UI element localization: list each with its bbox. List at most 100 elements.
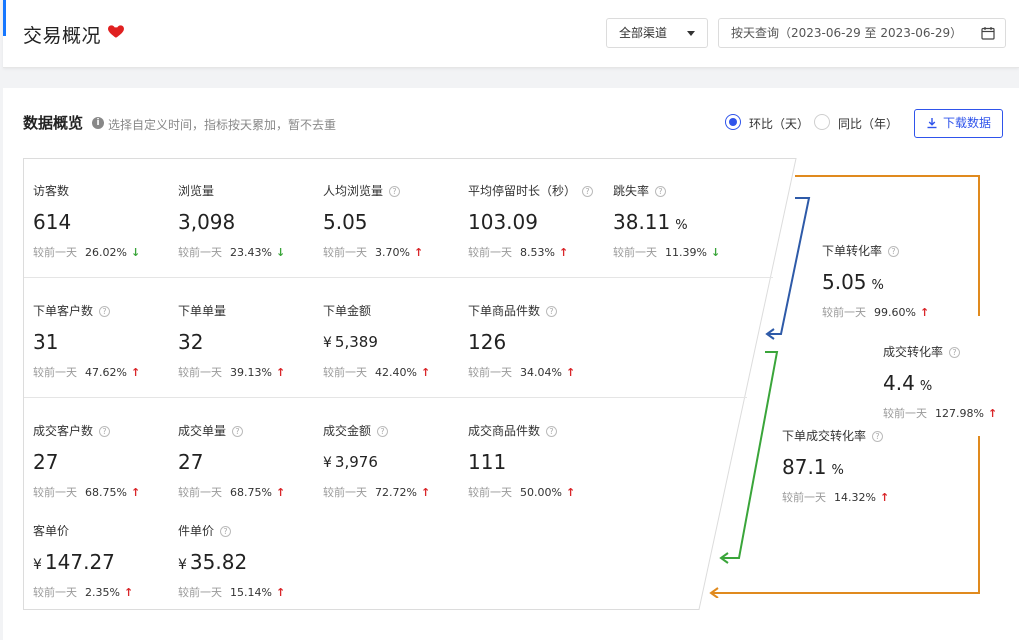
metric-compare: 较前一天 2.35% ↑	[33, 584, 173, 600]
question-icon[interactable]: ?	[232, 426, 244, 437]
caret-down-icon	[687, 31, 695, 36]
metric-value-wrap: 4.4%	[883, 370, 1019, 396]
arrow-up-icon: ↑	[420, 486, 431, 499]
row-divider	[24, 277, 773, 278]
metrics-panel: 访客数 614 较前一天 26.02% ↓ 浏览量 3,098 较前一天 23.43%…	[23, 158, 799, 610]
metric-pageviews: 浏览量 3,098 较前一天 23.43% ↓	[178, 182, 318, 260]
metric-label: 下单转化率	[822, 244, 883, 258]
metric-label-wrap: 下单客户数?	[33, 302, 173, 319]
compare-pct: 14.32%	[834, 491, 876, 504]
metric-label: 下单成交转化率	[782, 429, 867, 443]
question-icon[interactable]: ?	[389, 186, 401, 197]
metric-value: 5,389	[334, 333, 378, 351]
arrow-up-icon: ↑	[558, 246, 569, 259]
metric-order-customers: 下单客户数? 31 较前一天 47.62% ↑	[33, 302, 173, 380]
metric-value: 147.27	[44, 550, 115, 574]
radio-yoy-label[interactable]: 同比（年）	[838, 115, 898, 132]
compare-label: 较前一天	[883, 407, 927, 420]
compare-label: 较前一天	[323, 246, 367, 259]
currency-symbol: ¥	[33, 557, 42, 573]
compare-pct: 72.72%	[375, 486, 417, 499]
metric-label: 成交单量	[178, 424, 227, 438]
question-icon[interactable]: ?	[546, 426, 558, 437]
metric-deal-amount: 成交金额? ¥3,976 较前一天 72.72% ↑	[323, 422, 463, 500]
compare-label: 较前一天	[468, 366, 512, 379]
compare-label: 较前一天	[33, 366, 77, 379]
metric-value-wrap: ¥3,976	[323, 449, 463, 475]
conversion-deal-rate: 成交转化率? 4.4% 较前一天 127.98% ↑	[883, 343, 1019, 421]
metric-value-wrap: 5.05%	[822, 269, 962, 295]
metric-value: 87.1	[782, 455, 827, 479]
compare-label: 较前一天	[33, 486, 77, 499]
metric-unit: %	[919, 379, 933, 394]
metric-label: 成交金额	[323, 424, 372, 438]
metric-value: 3,098	[178, 210, 236, 234]
metric-label-wrap: 成交转化率?	[883, 343, 1019, 360]
compare-pct: 127.98%	[935, 407, 984, 420]
heart-icon	[108, 25, 124, 38]
radio-yoy[interactable]	[814, 114, 830, 130]
metric-label: 下单商品件数	[468, 304, 541, 318]
question-icon[interactable]: ?	[949, 347, 961, 358]
compare-label: 较前一天	[323, 366, 367, 379]
question-icon[interactable]: ?	[99, 306, 111, 317]
arrow-down-icon: ↓	[275, 246, 286, 259]
date-range-picker[interactable]: 按天查询（2023-06-29 至 2023-06-29）	[718, 18, 1006, 48]
question-icon[interactable]: ?	[99, 426, 111, 437]
question-icon[interactable]: ?	[546, 306, 558, 317]
compare-pct: 39.13%	[230, 366, 272, 379]
arrow-up-icon: ↑	[275, 586, 286, 599]
section-title: 数据概览	[23, 114, 84, 132]
question-icon[interactable]: ?	[582, 186, 594, 197]
radio-mom[interactable]	[725, 114, 741, 130]
metric-deal-customers: 成交客户数? 27 较前一天 68.75% ↑	[33, 422, 173, 500]
conversion-order-deal-rate: 下单成交转化率? 87.1% 较前一天 14.32% ↑	[782, 427, 922, 505]
metric-label: 成交客户数	[33, 424, 94, 438]
metric-label-wrap: 件单价?	[178, 522, 318, 539]
metric-value: 27	[178, 450, 204, 474]
compare-pct: 8.53%	[520, 246, 555, 259]
conversion-order-rate: 下单转化率? 5.05% 较前一天 99.60% ↑	[822, 242, 962, 320]
row-divider	[24, 397, 747, 398]
radio-mom-label[interactable]: 环比（天）	[749, 115, 809, 132]
metric-label-wrap: 下单转化率?	[822, 242, 962, 259]
metric-value: 38.11	[613, 210, 671, 234]
question-icon[interactable]: ?	[872, 431, 884, 442]
metric-compare: 较前一天 39.13% ↑	[178, 364, 318, 380]
metric-value: 31	[33, 330, 59, 354]
metric-value-wrap: 87.1%	[782, 454, 922, 480]
metric-label-wrap: 平均停留时长（秒）?	[468, 182, 608, 199]
compare-pct: 3.70%	[375, 246, 410, 259]
section-hint: 选择自定义时间，指标按天累加，暂不去重	[108, 118, 337, 132]
channel-select[interactable]: 全部渠道	[606, 18, 708, 48]
metric-value: 3,976	[334, 453, 378, 471]
metric-label-wrap: 成交单量?	[178, 422, 318, 439]
compare-label: 较前一天	[782, 491, 826, 504]
metric-value: 35.82	[189, 550, 248, 574]
arrow-up-icon: ↑	[919, 306, 930, 319]
question-icon[interactable]: ?	[655, 186, 667, 197]
metric-compare: 较前一天 14.32% ↑	[782, 489, 922, 505]
metric-visitors: 访客数 614 较前一天 26.02% ↓	[33, 182, 173, 260]
metric-value: 103.09	[468, 210, 538, 234]
arrow-up-icon: ↑	[130, 366, 141, 379]
metric-compare: 较前一天 34.04% ↑	[468, 364, 608, 380]
question-icon[interactable]: ?	[377, 426, 389, 437]
metric-label: 下单单量	[178, 304, 227, 318]
compare-pct: 15.14%	[230, 586, 272, 599]
metric-compare: 较前一天 23.43% ↓	[178, 244, 318, 260]
question-icon[interactable]: ?	[888, 246, 900, 257]
metric-avg-stay: 平均停留时长（秒）? 103.09 较前一天 8.53% ↑	[468, 182, 608, 260]
question-icon[interactable]: ?	[220, 526, 232, 537]
calendar-icon	[981, 27, 995, 40]
flow-line-blue	[769, 197, 811, 335]
download-button[interactable]: 下载数据	[914, 109, 1003, 138]
metric-compare: 较前一天 72.72% ↑	[323, 484, 463, 500]
metric-label-wrap: 成交商品件数?	[468, 422, 608, 439]
compare-pct: 42.40%	[375, 366, 417, 379]
metric-compare: 较前一天 68.75% ↑	[178, 484, 318, 500]
metric-compare: 较前一天 50.00% ↑	[468, 484, 608, 500]
metric-value: 5.05	[822, 270, 867, 294]
arrow-up-icon: ↑	[275, 486, 286, 499]
metric-order-amount: 下单金额 ¥5,389 较前一天 42.40% ↑	[323, 302, 463, 380]
